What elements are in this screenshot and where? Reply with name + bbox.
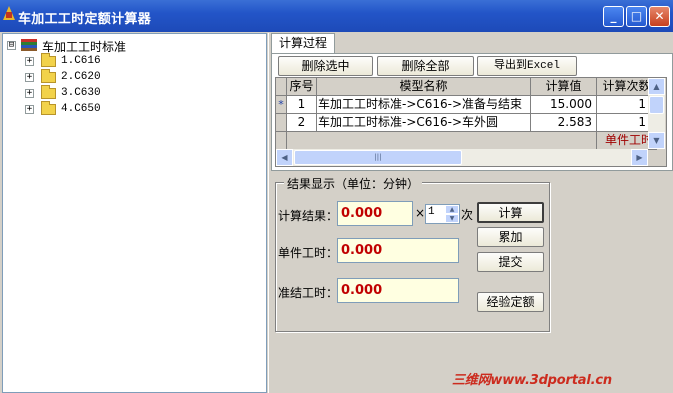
tree-item-label[interactable]: 3.C630 xyxy=(61,87,101,99)
window-title: 车加工工时定额计算器 xyxy=(18,12,152,27)
calc-result-field[interactable]: 0.000 xyxy=(337,201,413,226)
tree-item-label[interactable]: 2.C620 xyxy=(61,71,101,83)
times-unit: 次 xyxy=(461,208,474,222)
setup-time-label: 准结工时： xyxy=(278,286,339,300)
delete-all-button[interactable]: 删除全部 xyxy=(377,56,474,76)
column-header-value[interactable]: 计算值 xyxy=(531,78,597,96)
footer-spacer xyxy=(287,132,597,150)
watermark: 三维网www.3dportal.cn xyxy=(452,373,612,388)
accumulate-button[interactable]: 累加 xyxy=(477,227,544,247)
footer-corner xyxy=(276,132,287,150)
row-marker[interactable]: * xyxy=(276,96,287,114)
tab-calc-process[interactable]: 计算过程 xyxy=(271,33,335,54)
close-button[interactable]: ✕ xyxy=(649,6,670,27)
row-header-corner xyxy=(276,78,287,96)
table-cell-model-name[interactable]: 车加工工时标准->C616->车外圆 xyxy=(317,114,531,132)
collapse-icon[interactable]: ⊟ xyxy=(7,41,16,50)
empirical-quota-button[interactable]: 经验定额 xyxy=(477,292,544,312)
table-cell-value[interactable]: 2.583 xyxy=(531,114,597,132)
title-bar[interactable]: 车加工工时定额计算器 _ □ ✕ xyxy=(0,0,673,32)
grid-vertical-scrollbar[interactable]: ▲ ▼ xyxy=(648,78,665,149)
folder-icon xyxy=(41,69,56,83)
table-cell-index[interactable]: 1 xyxy=(287,96,317,114)
grid-horizontal-scrollbar[interactable]: ◀ ||| ▶ xyxy=(276,149,648,166)
table-cell-model-name[interactable]: 车加工工时标准->C616->准备与结束 xyxy=(317,96,531,114)
expand-icon[interactable]: + xyxy=(25,73,34,82)
maximize-button[interactable]: □ xyxy=(626,6,647,27)
calculate-button[interactable]: 计算 xyxy=(477,202,544,223)
folder-icon xyxy=(41,101,56,115)
tree-item-label[interactable]: 4.C650 xyxy=(61,103,101,115)
books-icon xyxy=(21,39,37,52)
horizontal-scroll-thumb[interactable]: ||| xyxy=(294,150,462,165)
single-time-field[interactable]: 0.000 xyxy=(337,238,459,263)
spin-up-icon[interactable]: ▲ xyxy=(445,205,459,214)
scroll-down-icon[interactable]: ▼ xyxy=(648,132,665,149)
table-cell-value[interactable]: 15.000 xyxy=(531,96,597,114)
model-tree[interactable]: ⊟ 车加工工时标准 + 1.C616 + 2.C620 + 3.C630 + 4… xyxy=(2,33,267,393)
column-header-model-name[interactable]: 模型名称 xyxy=(317,78,531,96)
tree-item-label[interactable]: 1.C616 xyxy=(61,55,101,67)
minimize-button[interactable]: _ xyxy=(603,6,624,27)
multiplier-value[interactable]: 1 xyxy=(428,206,435,218)
scroll-up-icon[interactable]: ▲ xyxy=(648,78,665,95)
row-marker[interactable] xyxy=(276,114,287,132)
folder-icon xyxy=(41,85,56,99)
delete-selected-button[interactable]: 删除选中 xyxy=(278,56,373,76)
submit-button[interactable]: 提交 xyxy=(477,252,544,272)
setup-time-field[interactable]: 0.000 xyxy=(337,278,459,303)
scroll-left-icon[interactable]: ◀ xyxy=(276,149,293,166)
folder-icon xyxy=(41,53,56,67)
multiplier-spinner[interactable]: 1 ▲ ▼ xyxy=(425,204,460,224)
calc-result-label: 计算结果： xyxy=(278,209,339,223)
single-time-label: 单件工时： xyxy=(278,246,339,260)
scroll-right-icon[interactable]: ▶ xyxy=(631,149,648,166)
expand-icon[interactable]: + xyxy=(25,57,34,66)
export-excel-button[interactable]: 导出到Excel xyxy=(477,56,577,76)
column-header-index[interactable]: 序号 xyxy=(287,78,317,96)
result-legend: 结果显示（单位：分钟） xyxy=(284,175,423,192)
tree-root-label[interactable]: 车加工工时标准 xyxy=(42,38,126,55)
vertical-scroll-thumb[interactable] xyxy=(649,96,664,114)
spin-down-icon[interactable]: ▼ xyxy=(445,214,459,223)
app-icon xyxy=(3,6,15,20)
expand-icon[interactable]: + xyxy=(25,105,34,114)
expand-icon[interactable]: + xyxy=(25,89,34,98)
table-cell-index[interactable]: 2 xyxy=(287,114,317,132)
times-symbol: × xyxy=(415,206,426,220)
